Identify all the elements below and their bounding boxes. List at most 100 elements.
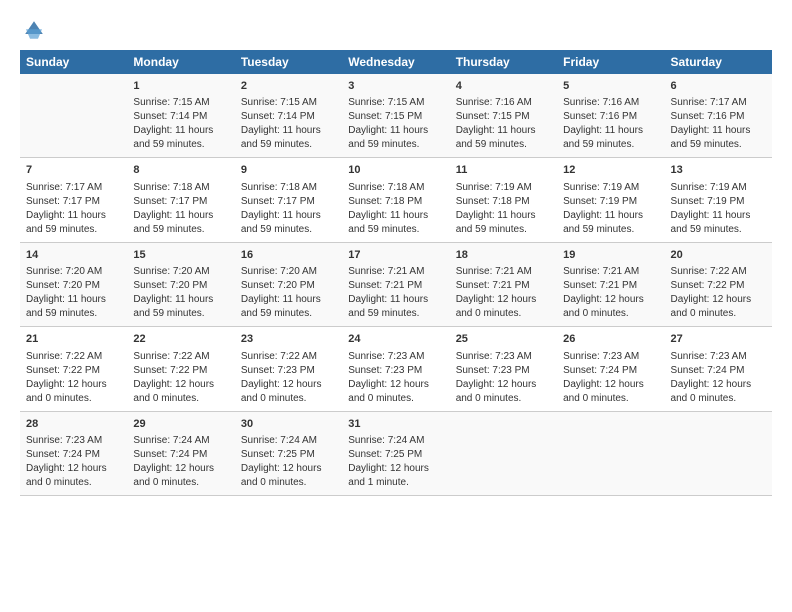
sunset-text: Sunset: 7:20 PM — [241, 280, 315, 291]
daylight-text: Daylight: 12 hours and 0 minutes. — [348, 379, 429, 404]
week-row-2: 7Sunrise: 7:17 AMSunset: 7:17 PMDaylight… — [20, 158, 772, 242]
daylight-text: Daylight: 11 hours and 59 minutes. — [456, 125, 536, 150]
col-header-tuesday: Tuesday — [235, 50, 342, 74]
day-number: 15 — [133, 248, 228, 263]
daylight-text: Daylight: 11 hours and 59 minutes. — [133, 210, 213, 235]
sunrise-text: Sunrise: 7:15 AM — [348, 97, 424, 108]
sunset-text: Sunset: 7:20 PM — [26, 280, 100, 291]
day-cell: 12Sunrise: 7:19 AMSunset: 7:19 PMDayligh… — [557, 158, 664, 242]
sunset-text: Sunset: 7:24 PM — [671, 365, 745, 376]
day-cell: 4Sunrise: 7:16 AMSunset: 7:15 PMDaylight… — [450, 74, 557, 158]
day-cell: 1Sunrise: 7:15 AMSunset: 7:14 PMDaylight… — [127, 74, 234, 158]
day-cell: 16Sunrise: 7:20 AMSunset: 7:20 PMDayligh… — [235, 242, 342, 326]
day-cell: 9Sunrise: 7:18 AMSunset: 7:17 PMDaylight… — [235, 158, 342, 242]
day-cell: 10Sunrise: 7:18 AMSunset: 7:18 PMDayligh… — [342, 158, 449, 242]
sunrise-text: Sunrise: 7:22 AM — [241, 351, 317, 362]
sunrise-text: Sunrise: 7:23 AM — [348, 351, 424, 362]
day-cell: 30Sunrise: 7:24 AMSunset: 7:25 PMDayligh… — [235, 411, 342, 495]
sunrise-text: Sunrise: 7:23 AM — [456, 351, 532, 362]
daylight-text: Daylight: 12 hours and 0 minutes. — [563, 294, 644, 319]
sunrise-text: Sunrise: 7:22 AM — [133, 351, 209, 362]
sunset-text: Sunset: 7:19 PM — [671, 196, 745, 207]
sunset-text: Sunset: 7:24 PM — [563, 365, 637, 376]
sunset-text: Sunset: 7:15 PM — [348, 111, 422, 122]
day-cell: 21Sunrise: 7:22 AMSunset: 7:22 PMDayligh… — [20, 327, 127, 411]
page: SundayMondayTuesdayWednesdayThursdayFrid… — [0, 0, 792, 506]
week-row-1: 1 Sunrise: 7:15 AM Sunset: 7:14 PM Daylight… — [20, 74, 772, 158]
sunset-text: Sunset: 7:23 PM — [456, 365, 530, 376]
sunset-text: Sunset: 7:18 PM — [348, 196, 422, 207]
daylight-text: Daylight: 11 hours and 59 minutes. — [348, 210, 428, 235]
sunset-text: Sunset: 7:16 PM — [563, 111, 637, 122]
day-number: 29 — [133, 417, 228, 432]
sunset-text: Sunset: 7:23 PM — [348, 365, 422, 376]
sunset-text: Sunset: 7:21 PM — [563, 280, 637, 291]
day-cell: 25 Sunrise: 7:23 AM Sunset: 7:23 PM Dayligh… — [450, 327, 557, 411]
daylight-text: Daylight: 11 hours and 59 minutes. — [241, 294, 321, 319]
daylight-text: Daylight: 12 hours and 0 minutes. — [26, 463, 107, 488]
daylight-text: Daylight: 12 hours and 0 minutes. — [456, 379, 537, 404]
sunset-text: Sunset: 7:21 PM — [456, 280, 530, 291]
sunset-text: Sunset: 7:23 PM — [241, 365, 315, 376]
daylight-text: Daylight: 11 hours and 59 minutes. — [348, 294, 428, 319]
day-cell: 13Sunrise: 7:19 AMSunset: 7:19 PMDayligh… — [665, 158, 772, 242]
logo — [20, 22, 46, 42]
calendar-table: SundayMondayTuesdayWednesdayThursdayFrid… — [20, 50, 772, 496]
sunrise-text: Sunrise: 7:20 AM — [133, 266, 209, 277]
sunset-text: Sunset: 7:22 PM — [133, 365, 207, 376]
sunset-text: Sunset: 7:22 PM — [671, 280, 745, 291]
sunset-text: Sunset: 7:14 PM — [241, 111, 315, 122]
daylight-text: Daylight: 12 hours and 0 minutes. — [671, 379, 752, 404]
day-number: 1 — [133, 79, 228, 94]
day-number: 25 — [456, 332, 551, 347]
sunset-text: Sunset: 7:22 PM — [26, 365, 100, 376]
day-cell — [665, 411, 772, 495]
sunrise-text: Sunrise: 7:20 AM — [26, 266, 102, 277]
day-cell: 27 Sunrise: 7:23 AM Sunset: 7:24 PM Dayligh… — [665, 327, 772, 411]
col-header-sunday: Sunday — [20, 50, 127, 74]
day-cell: 7Sunrise: 7:17 AMSunset: 7:17 PMDaylight… — [20, 158, 127, 242]
daylight-text: Daylight: 11 hours and 59 minutes. — [456, 210, 536, 235]
sunrise-text: Sunrise: 7:15 AM — [241, 97, 317, 108]
sunset-text: Sunset: 7:17 PM — [133, 196, 207, 207]
sunrise-text: Sunrise: 7:23 AM — [563, 351, 639, 362]
sunrise-text: Sunrise: 7:16 AM — [563, 97, 639, 108]
sunset-text: Sunset: 7:16 PM — [671, 111, 745, 122]
daylight-text: Daylight: 11 hours and 59 minutes. — [133, 125, 213, 150]
day-number: 27 — [671, 332, 766, 347]
day-cell — [450, 411, 557, 495]
day-cell: 3Sunrise: 7:15 AMSunset: 7:15 PMDaylight… — [342, 74, 449, 158]
sunset-text: Sunset: 7:21 PM — [348, 280, 422, 291]
day-number: 24 — [348, 332, 443, 347]
daylight-text: Daylight: 12 hours and 0 minutes. — [456, 294, 537, 319]
header-row: SundayMondayTuesdayWednesdayThursdayFrid… — [20, 50, 772, 74]
sunrise-text: Sunrise: 7:23 AM — [671, 351, 747, 362]
col-header-wednesday: Wednesday — [342, 50, 449, 74]
sunrise-text: Sunrise: 7:19 AM — [563, 182, 639, 193]
sunset-text: Sunset: 7:25 PM — [348, 449, 422, 460]
sunrise-text: Sunrise: 7:24 AM — [133, 435, 209, 446]
day-number: 6 — [671, 79, 766, 94]
daylight-text: Daylight: 11 hours and 59 minutes. — [563, 125, 643, 150]
day-cell: 5Sunrise: 7:16 AMSunset: 7:16 PMDaylight… — [557, 74, 664, 158]
week-row-4: 21Sunrise: 7:22 AMSunset: 7:22 PMDayligh… — [20, 327, 772, 411]
day-cell: 26Sunrise: 7:23 AMSunset: 7:24 PMDayligh… — [557, 327, 664, 411]
day-number: 28 — [26, 417, 121, 432]
sunrise-text: Sunrise: 7:15 AM — [133, 97, 209, 108]
day-cell: 20Sunrise: 7:22 AMSunset: 7:22 PMDayligh… — [665, 242, 772, 326]
sunrise-text: Sunrise: 7:22 AM — [26, 351, 102, 362]
day-number: 8 — [133, 163, 228, 178]
daylight-text: Daylight: 11 hours and 59 minutes. — [563, 210, 643, 235]
sunrise-text: Sunrise: 7:19 AM — [456, 182, 532, 193]
col-header-friday: Friday — [557, 50, 664, 74]
day-number: 2 — [241, 79, 336, 94]
daylight-text: Daylight: 11 hours and 59 minutes. — [241, 210, 321, 235]
day-cell: 8Sunrise: 7:18 AMSunset: 7:17 PMDaylight… — [127, 158, 234, 242]
day-cell — [20, 74, 127, 158]
day-number: 30 — [241, 417, 336, 432]
daylight-text: Daylight: 12 hours and 0 minutes. — [133, 379, 214, 404]
day-number: 4 — [456, 79, 551, 94]
sunset-text: Sunset: 7:17 PM — [241, 196, 315, 207]
day-number: 23 — [241, 332, 336, 347]
sunset-text: Sunset: 7:20 PM — [133, 280, 207, 291]
